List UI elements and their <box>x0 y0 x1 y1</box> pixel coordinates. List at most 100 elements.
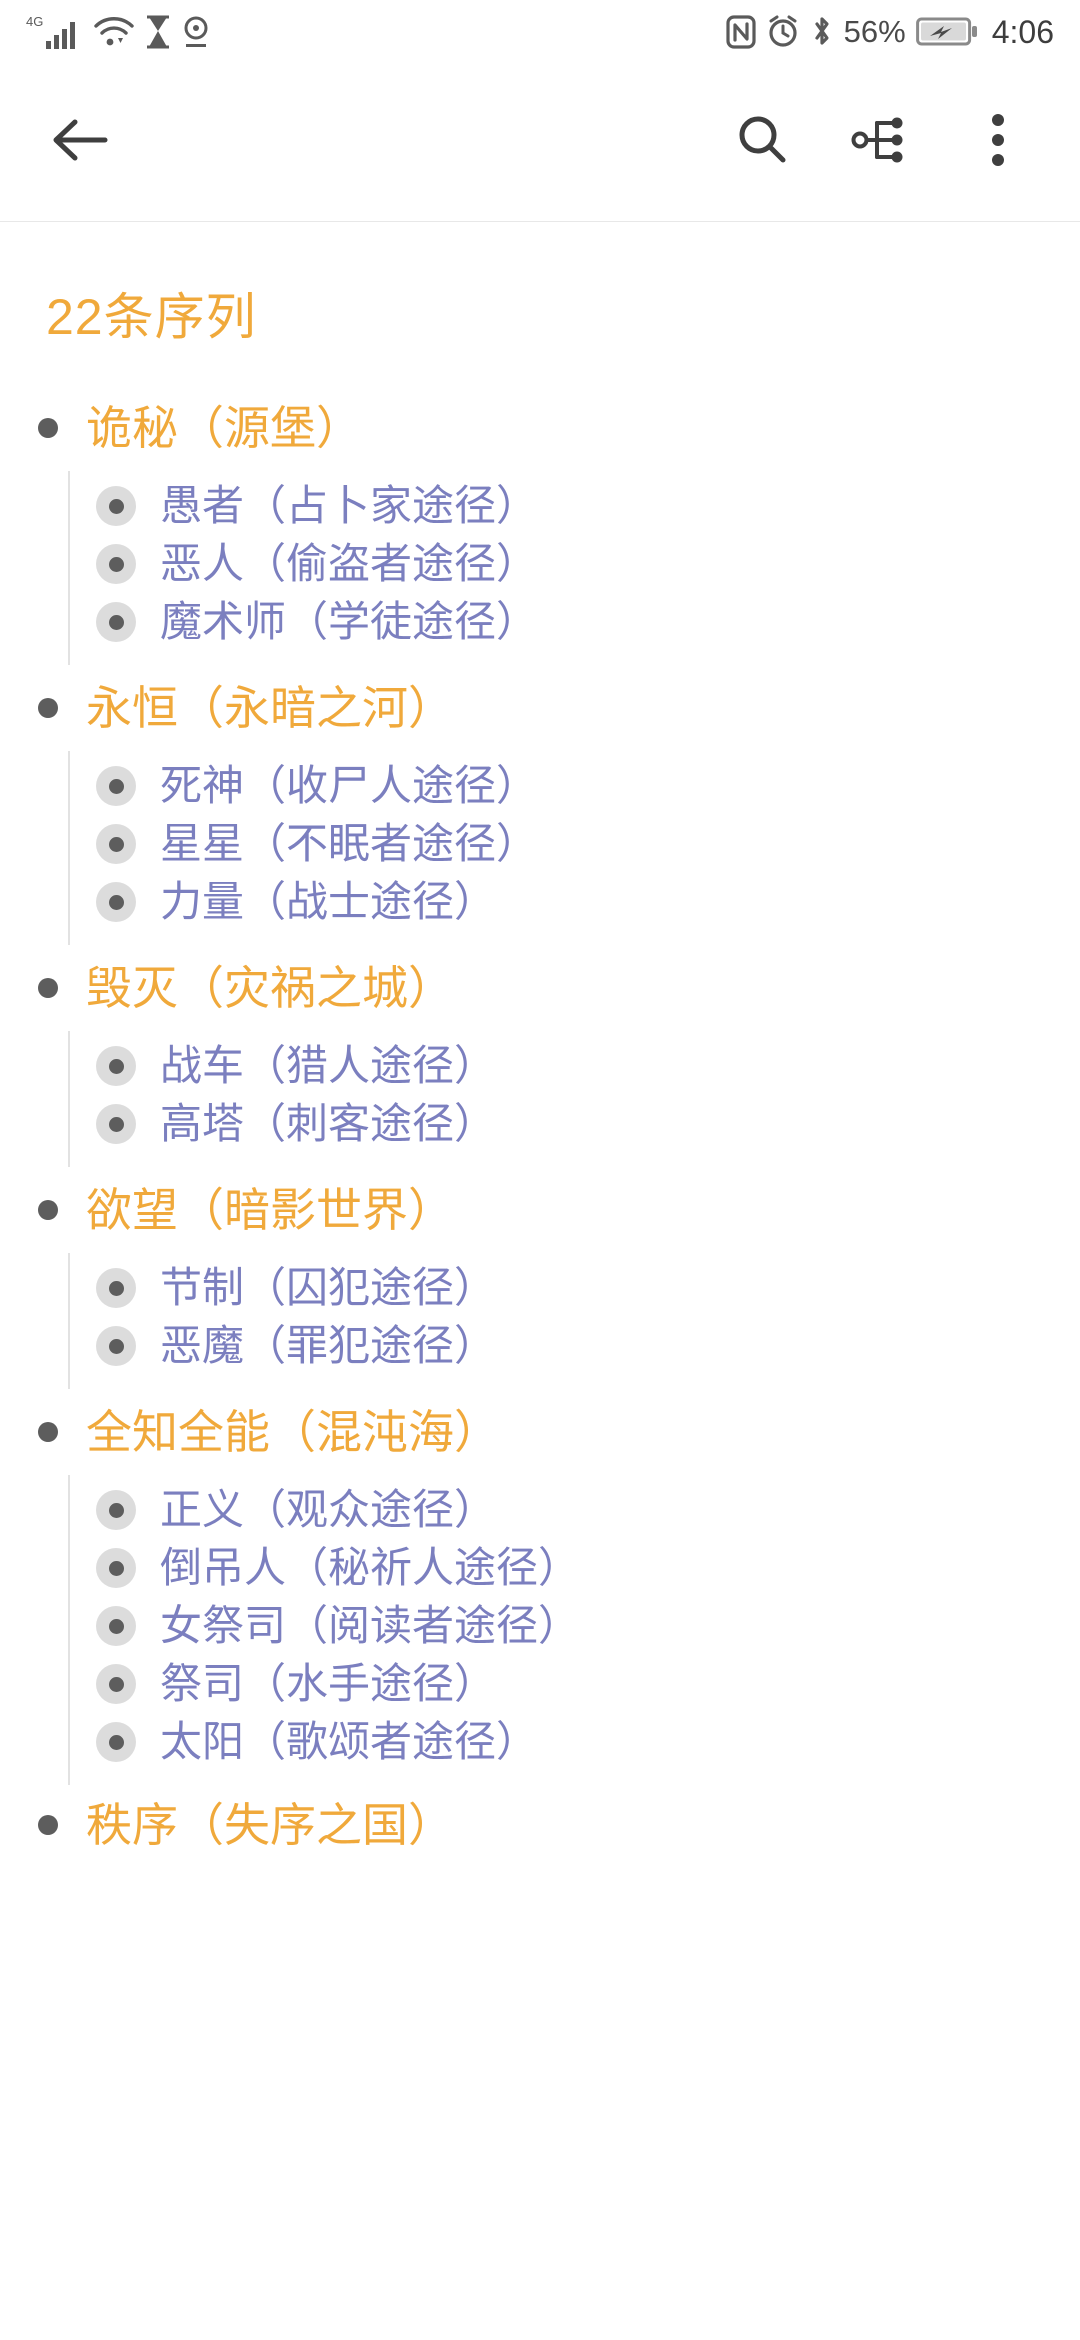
outline-item-label: 战车（猎人途径） <box>160 1042 497 1089</box>
node-dot-icon <box>108 1116 124 1132</box>
location-pin-icon <box>181 14 211 50</box>
outline-item[interactable]: 倒吊人（秘祈人途径） <box>70 1539 1080 1597</box>
bluetooth-icon <box>810 14 834 50</box>
outline-item[interactable]: 愚者（占卜家途径） <box>70 477 1080 535</box>
status-bar: 4G 56% 4:06 <box>0 0 1080 64</box>
collapsed-node-icon[interactable] <box>96 824 136 864</box>
outline-item-label: 愚者（占卜家途径） <box>160 482 539 529</box>
outline-item-label: 高塔（刺客途径） <box>160 1100 497 1147</box>
node-dot-icon <box>108 1280 124 1296</box>
collapsed-node-icon[interactable] <box>96 486 136 526</box>
outline-child-list: 节制（囚犯途径） 恶魔（罪犯途径） <box>68 1253 1080 1389</box>
collapsed-node-icon[interactable] <box>96 1722 136 1762</box>
outline-child-list: 死神（收尸人途径） 星星（不眠者途径） 力量（战士途径） <box>68 751 1080 945</box>
node-dot-icon <box>108 1058 124 1074</box>
outline-group-header[interactable]: 秩序（失序之国） <box>0 1785 1080 1865</box>
outline-item[interactable]: 魔术师（学徒途径） <box>70 593 1080 651</box>
collapsed-node-icon[interactable] <box>96 1490 136 1530</box>
outline-item-label: 正义（观众途径） <box>160 1486 497 1533</box>
app-toolbar <box>0 64 1080 222</box>
outline-child-list: 战车（猎人途径） 高塔（刺客途径） <box>68 1031 1080 1167</box>
collapsed-node-icon[interactable] <box>96 1046 136 1086</box>
overflow-menu-button[interactable] <box>952 97 1044 189</box>
node-dot-icon <box>108 1560 124 1576</box>
outline-item-label: 恶人（偷盗者途径） <box>160 540 539 587</box>
back-arrow-icon <box>49 112 111 173</box>
outline-item-label: 女祭司（阅读者途径） <box>160 1602 581 1649</box>
node-dot-icon <box>108 1338 124 1354</box>
page-title: 22条序列 <box>46 289 257 345</box>
outline-group-header[interactable]: 永恒（永暗之河） <box>0 665 1080 751</box>
outline-item-label: 力量（战士途径） <box>160 878 497 925</box>
battery-percent-label: 56% <box>843 14 906 49</box>
collapsed-node-icon[interactable] <box>96 1326 136 1366</box>
collapsed-node-icon[interactable] <box>96 1606 136 1646</box>
outline-group-label: 全知全能（混沌海） <box>86 1406 500 1458</box>
bullet-dot-icon <box>38 1815 58 1835</box>
outline-group: 欲望（暗影世界） 节制（囚犯途径） 恶魔（罪犯途径） <box>0 1167 1080 1389</box>
collapsed-node-icon[interactable] <box>96 1104 136 1144</box>
outline-item[interactable]: 女祭司（阅读者途径） <box>70 1597 1080 1655</box>
outline-group: 永恒（永暗之河） 死神（收尸人途径） 星星（不眠者途径） 力量（战士途径） <box>0 665 1080 945</box>
outline-item[interactable]: 高塔（刺客途径） <box>70 1095 1080 1153</box>
collapsed-node-icon[interactable] <box>96 882 136 922</box>
outline-group: 毁灭（灾祸之城） 战车（猎人途径） 高塔（刺客途径） <box>0 945 1080 1167</box>
outline-item-label: 恶魔（罪犯途径） <box>160 1322 497 1369</box>
collapsed-node-icon[interactable] <box>96 544 136 584</box>
outline-group-label: 毁灭（灾祸之城） <box>86 962 454 1014</box>
outline-item[interactable]: 力量（战士途径） <box>70 873 1080 931</box>
outline-item-label: 死神（收尸人途径） <box>160 762 539 809</box>
outline-item[interactable]: 太阳（歌颂者途径） <box>70 1713 1080 1771</box>
search-button[interactable] <box>716 97 808 189</box>
collapsed-node-icon[interactable] <box>96 1664 136 1704</box>
outline-group-header[interactable]: 欲望（暗影世界） <box>0 1167 1080 1253</box>
outline-child-list: 正义（观众途径） 倒吊人（秘祈人途径） 女祭司（阅读者途径） 祭司（水手途径） 太阳（歌… <box>68 1475 1080 1785</box>
outline-group-label: 欲望（暗影世界） <box>86 1184 454 1236</box>
outline-item[interactable]: 恶魔（罪犯途径） <box>70 1317 1080 1375</box>
node-dot-icon <box>108 1734 124 1750</box>
outline-group: 诡秘（源堡） 愚者（占卜家途径） 恶人（偷盗者途径） 魔术师（学徒途径） <box>0 385 1080 665</box>
svg-text:4G: 4G <box>26 14 43 29</box>
clock-label: 4:06 <box>991 13 1054 50</box>
collapsed-node-icon[interactable] <box>96 602 136 642</box>
outline-group-header[interactable]: 毁灭（灾祸之城） <box>0 945 1080 1031</box>
outline-item[interactable]: 死神（收尸人途径） <box>70 757 1080 815</box>
outline-item-label: 太阳（歌颂者途径） <box>160 1718 539 1765</box>
bullet-dot-icon <box>38 1422 58 1442</box>
outline-item[interactable]: 祭司（水手途径） <box>70 1655 1080 1713</box>
collapsed-node-icon[interactable] <box>96 766 136 806</box>
hourglass-icon <box>144 14 172 50</box>
outline-item[interactable]: 恶人（偷盗者途径） <box>70 535 1080 593</box>
outline-item[interactable]: 节制（囚犯途径） <box>70 1259 1080 1317</box>
outline-group-header[interactable]: 全知全能（混沌海） <box>0 1389 1080 1475</box>
outline-item-label: 魔术师（学徒途径） <box>160 598 539 645</box>
battery-charging-icon <box>915 15 978 49</box>
node-dot-icon <box>108 778 124 794</box>
node-dot-icon <box>108 1618 124 1634</box>
status-bar-left: 4G <box>26 13 211 51</box>
outline-item[interactable]: 战车（猎人途径） <box>70 1037 1080 1095</box>
more-vertical-icon <box>988 111 1008 174</box>
outline-group-label: 秩序（失序之国） <box>86 1799 454 1851</box>
mindmap-outline-icon <box>851 111 909 174</box>
collapsed-node-icon[interactable] <box>96 1548 136 1588</box>
nfc-icon <box>726 14 756 50</box>
node-dot-icon <box>108 1676 124 1692</box>
outline-item-label: 节制（囚犯途径） <box>160 1264 497 1311</box>
outline-root-list: 诡秘（源堡） 愚者（占卜家途径） 恶人（偷盗者途径） 魔术师（学徒途径） 永恒（永暗之河… <box>0 385 1080 1865</box>
outline-view-button[interactable] <box>834 97 926 189</box>
outline-item[interactable]: 正义（观众途径） <box>70 1481 1080 1539</box>
node-dot-icon <box>108 836 124 852</box>
node-dot-icon <box>108 556 124 572</box>
collapsed-node-icon[interactable] <box>96 1268 136 1308</box>
outline-group: 全知全能（混沌海） 正义（观众途径） 倒吊人（秘祈人途径） 女祭司（阅读者途径） 祭司（… <box>0 1389 1080 1785</box>
wifi-icon <box>93 14 135 50</box>
node-dot-icon <box>108 1502 124 1518</box>
back-button[interactable] <box>34 97 126 189</box>
outline-child-list: 愚者（占卜家途径） 恶人（偷盗者途径） 魔术师（学徒途径） <box>68 471 1080 665</box>
outline-item[interactable]: 星星（不眠者途径） <box>70 815 1080 873</box>
node-dot-icon <box>108 498 124 514</box>
bullet-dot-icon <box>38 1200 58 1220</box>
outline-group-header[interactable]: 诡秘（源堡） <box>0 385 1080 471</box>
signal-bars-icon: 4G <box>26 13 84 51</box>
